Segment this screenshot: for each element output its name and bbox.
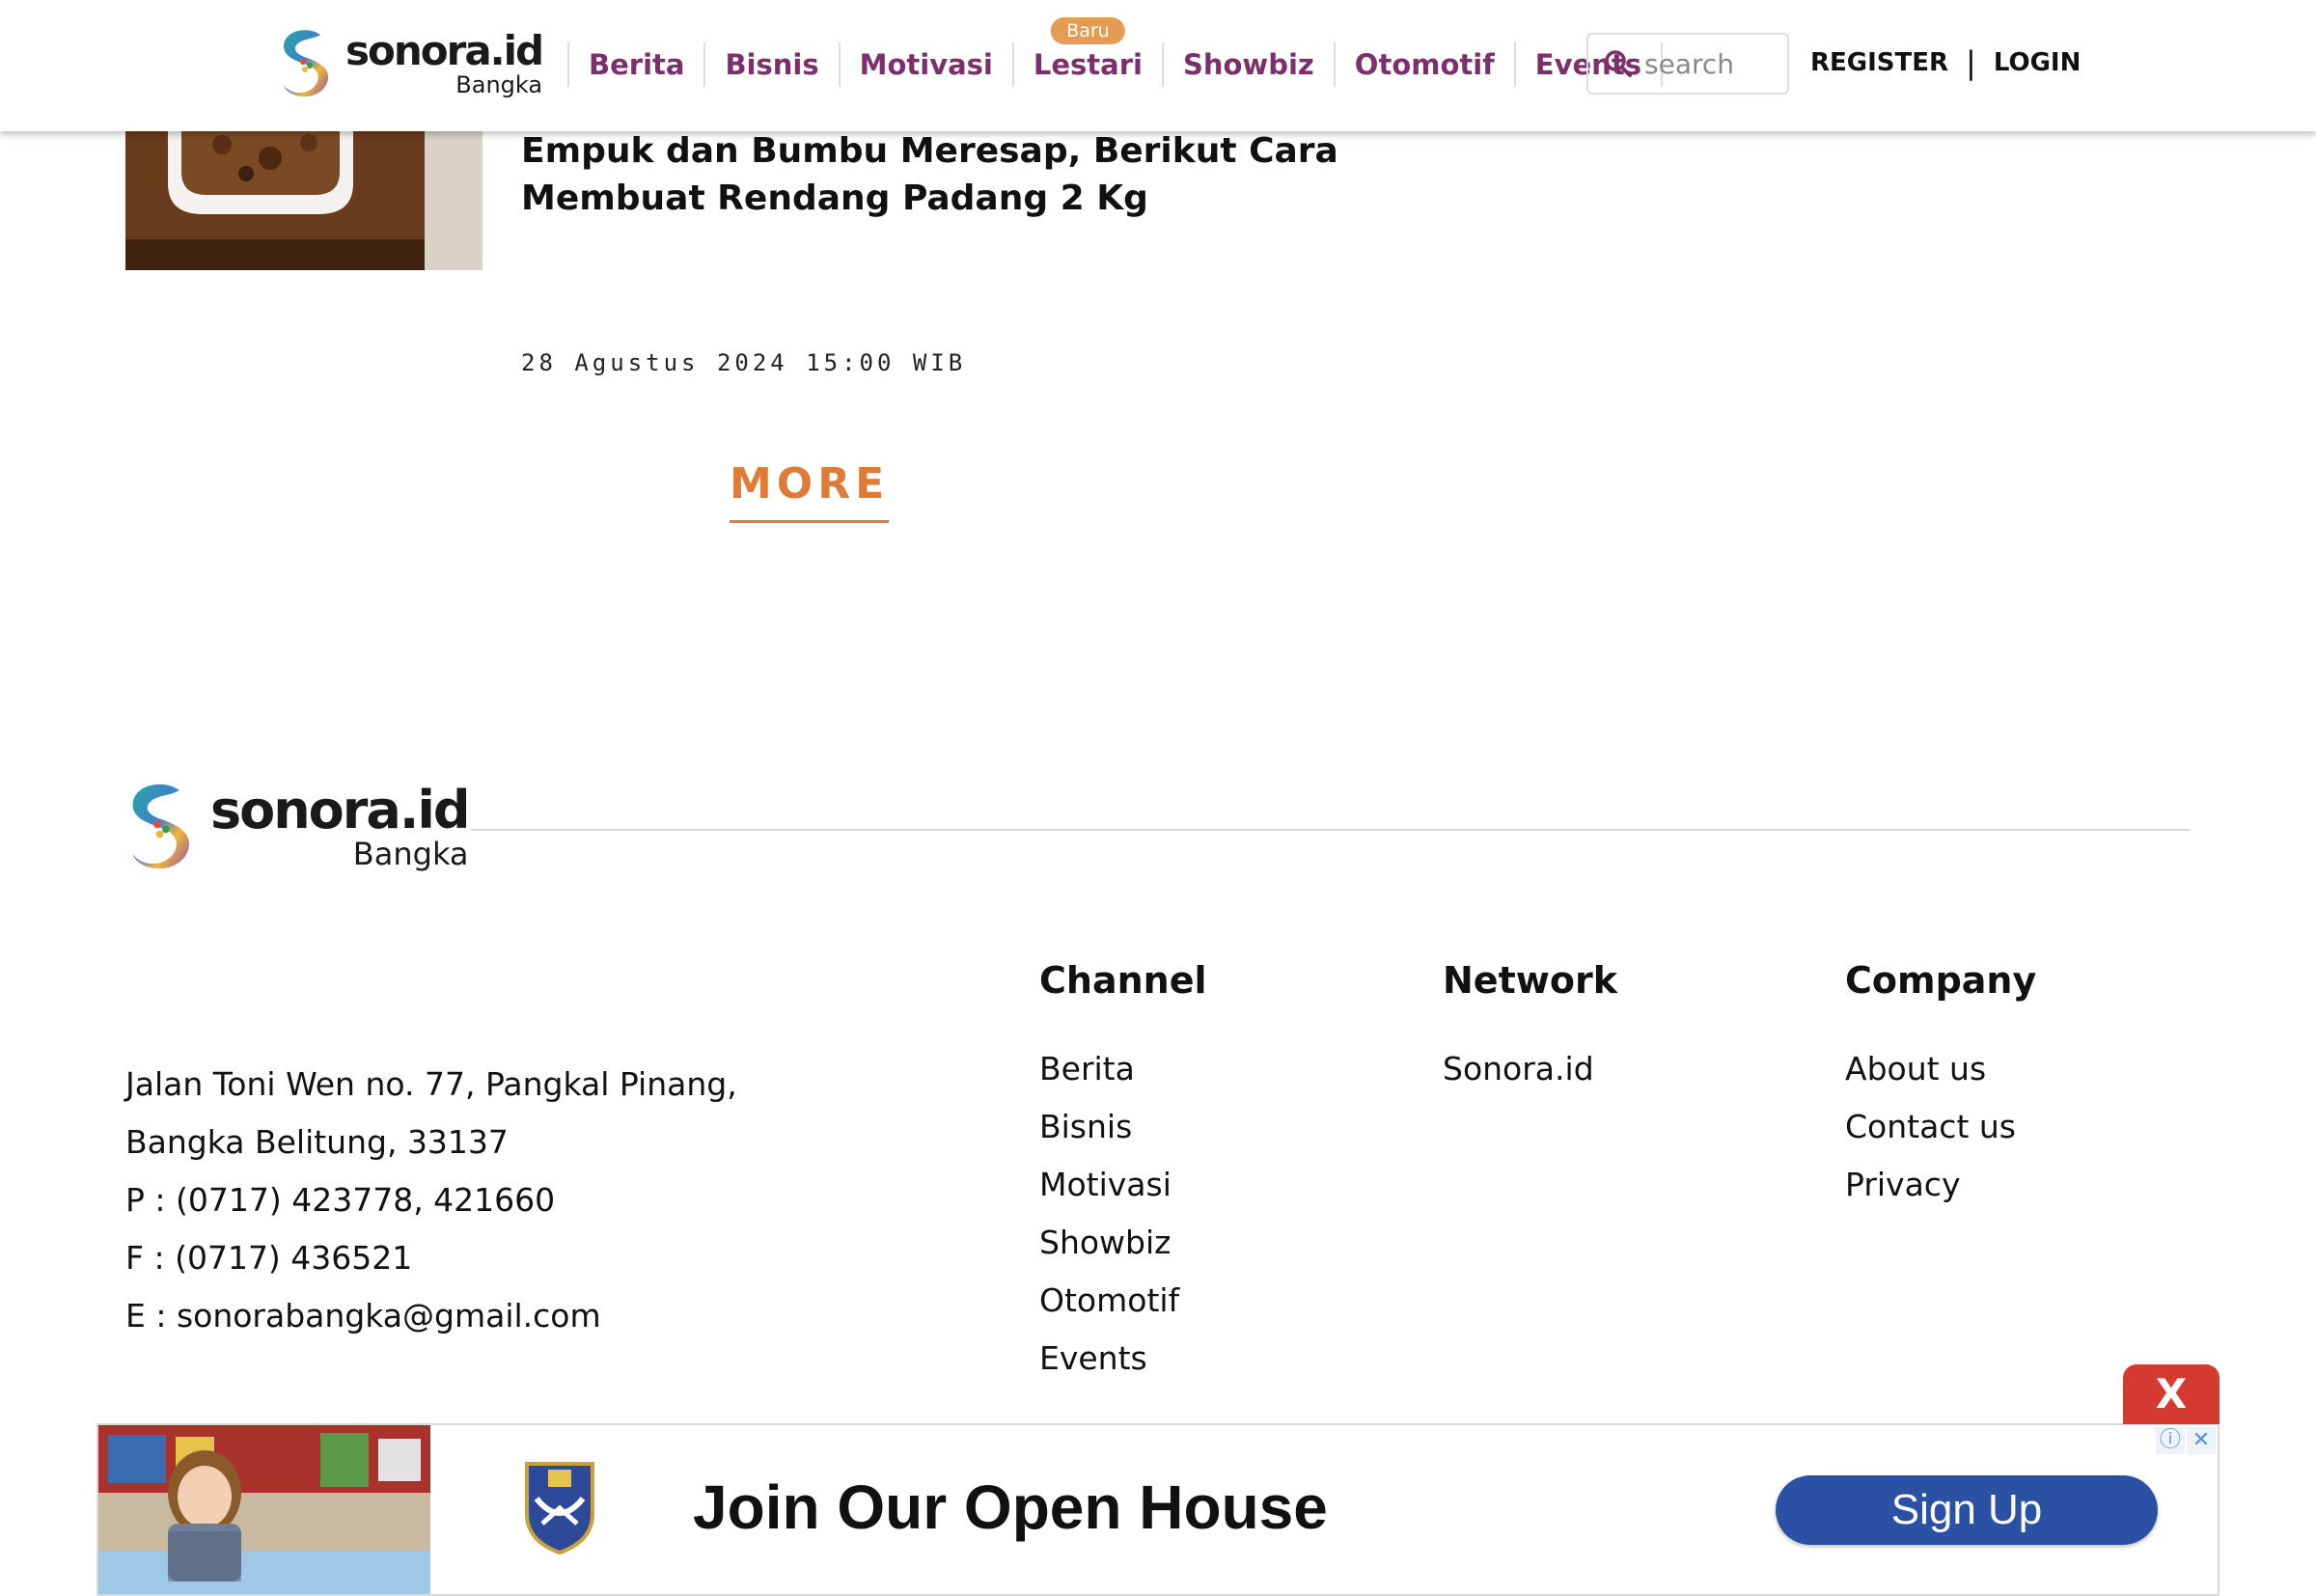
footer-link-about[interactable]: About us: [1845, 1040, 2036, 1098]
email-line: E : sonorabangka@gmail.com: [125, 1297, 601, 1335]
nav-lestari[interactable]: Baru Lestari: [1011, 17, 1162, 87]
footer-link-bisnis[interactable]: Bisnis: [1039, 1098, 1207, 1156]
ad-photo: [98, 1425, 430, 1594]
article-date: 28 Agustus 2024 15:00 WIB: [521, 349, 967, 376]
footer-address: Jalan Toni Wen no. 77, Pangkal Pinang, B…: [125, 1056, 737, 1345]
search-box[interactable]: [1586, 33, 1789, 95]
nav-motivasi[interactable]: Motivasi: [838, 42, 1012, 87]
search-icon[interactable]: [1604, 49, 1633, 78]
nav-label: Lestari: [1033, 48, 1143, 81]
ad-close-button[interactable]: X: [2123, 1364, 2220, 1424]
ad-choices[interactable]: ⓘ ✕: [2154, 1427, 2216, 1454]
ad-sign-up-button[interactable]: Sign Up: [1776, 1475, 2158, 1545]
nav-label: Motivasi: [859, 48, 993, 81]
address-line: Bangka Belitung, 33137: [125, 1123, 509, 1161]
new-badge: Baru: [1051, 17, 1125, 44]
main-nav: Berita Bisnis Motivasi Baru Lestari Show…: [567, 17, 1663, 87]
fax-line: F : (0717) 436521: [125, 1239, 413, 1277]
footer-column-title: Network: [1443, 959, 1617, 1002]
nav-label: Berita: [589, 48, 685, 81]
footer-link-showbiz[interactable]: Showbiz: [1039, 1214, 1207, 1272]
article-thumbnail[interactable]: [125, 125, 482, 270]
child-classroom-image: [98, 1425, 430, 1594]
article-title-link[interactable]: Empuk dan Bumbu Meresap, Berikut Cara Me…: [521, 127, 1486, 222]
nav-label: Otomotif: [1354, 48, 1495, 81]
nav-label: Showbiz: [1182, 48, 1314, 81]
nav-showbiz[interactable]: Showbiz: [1161, 42, 1334, 87]
logo-brand: sonora.id: [210, 780, 471, 840]
register-link[interactable]: REGISTER: [1810, 48, 1948, 77]
ad-headline: Join Our Open House: [693, 1472, 1328, 1542]
footer-column-title: Channel: [1039, 959, 1207, 1002]
ad-dismiss-icon[interactable]: ✕: [2187, 1427, 2216, 1454]
footer-column-title: Company: [1845, 959, 2037, 1002]
sticky-ad-banner[interactable]: Join Our Open House Sign Up ⓘ ✕: [96, 1423, 2220, 1596]
footer-link-sonora[interactable]: Sonora.id: [1443, 1040, 1617, 1098]
footer-channel-column: Channel Berita Bisnis Motivasi Showbiz O…: [1039, 959, 1207, 1388]
header-logo[interactable]: sonora.id Bangka: [278, 27, 544, 100]
sonora-logo-icon: [284, 30, 329, 97]
phone-line: P : (0717) 423778, 421660: [125, 1181, 556, 1219]
school-crest-icon: [525, 1462, 594, 1555]
nav-bisnis[interactable]: Bisnis: [703, 42, 838, 87]
search-input[interactable]: [1644, 47, 1779, 80]
rendang-image: [125, 125, 482, 270]
site-header: sonora.id Bangka Berita Bisnis Motivasi …: [0, 0, 2316, 131]
more-button[interactable]: MORE: [730, 459, 890, 523]
ad-info-icon[interactable]: ⓘ: [2156, 1427, 2185, 1454]
footer-link-berita[interactable]: Berita: [1039, 1040, 1207, 1098]
footer-link-contact[interactable]: Contact us: [1845, 1098, 2036, 1156]
logo-subtitle: Bangka: [352, 836, 469, 872]
footer-link-events[interactable]: Events: [1039, 1330, 1207, 1388]
footer-link-otomotif[interactable]: Otomotif: [1039, 1272, 1207, 1330]
auth-links: REGISTER | LOGIN: [1810, 44, 2081, 81]
footer-company-column: Company About us Contact us Privacy: [1845, 959, 2036, 1214]
footer-divider: [471, 829, 2191, 831]
login-link[interactable]: LOGIN: [1994, 48, 2082, 77]
sonora-logo-icon: [132, 784, 190, 869]
nav-otomotif[interactable]: Otomotif: [1333, 42, 1514, 87]
logo-brand: sonora.id: [345, 27, 544, 74]
footer-link-motivasi[interactable]: Motivasi: [1039, 1156, 1207, 1214]
nav-label: Bisnis: [725, 48, 819, 81]
footer-link-privacy[interactable]: Privacy: [1845, 1156, 2036, 1214]
auth-separator: |: [1966, 44, 1976, 81]
footer-network-column: Network Sonora.id: [1443, 959, 1617, 1098]
logo-subtitle: Bangka: [455, 71, 543, 98]
address-line: Jalan Toni Wen no. 77, Pangkal Pinang,: [125, 1065, 737, 1103]
footer-logo[interactable]: sonora.id Bangka: [125, 780, 471, 874]
nav-berita[interactable]: Berita: [567, 42, 703, 87]
